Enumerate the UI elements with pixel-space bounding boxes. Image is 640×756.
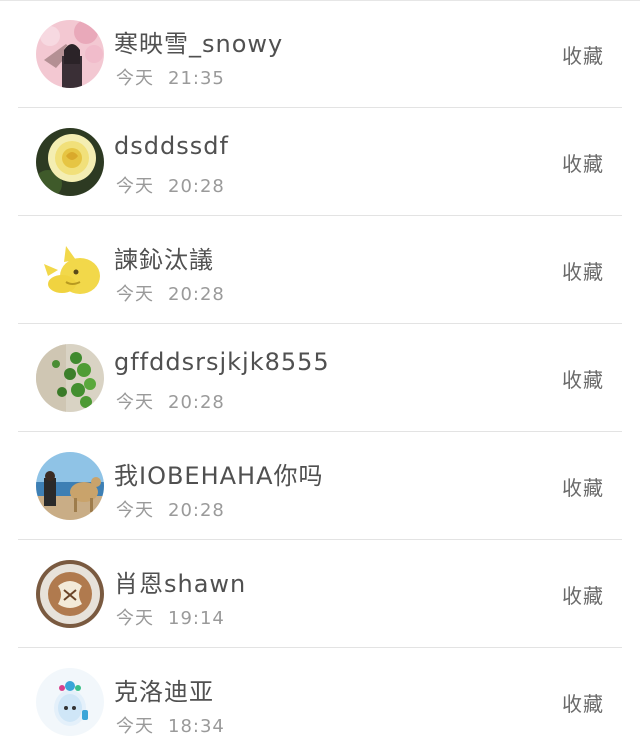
time-value: 21:35 bbox=[168, 68, 225, 89]
list-item[interactable]: 克洛迪亚 今天 18:34 收藏 bbox=[0, 648, 640, 756]
timestamp: 今天 20:28 bbox=[116, 172, 225, 198]
blue-cartoon-avatar[interactable] bbox=[36, 668, 104, 736]
collect-button[interactable]: 收藏 bbox=[562, 148, 604, 177]
collect-button[interactable]: 收藏 bbox=[562, 256, 604, 285]
collect-button[interactable]: 收藏 bbox=[562, 472, 604, 501]
time-value: 20:28 bbox=[168, 176, 225, 197]
day-label: 今天 bbox=[116, 500, 154, 521]
user-name: 我IOBEHAHA你吗 bbox=[114, 462, 324, 490]
beach-camels-avatar[interactable] bbox=[36, 452, 104, 520]
user-name: 肖恩shawn bbox=[114, 570, 247, 598]
list-item[interactable]: gffddsrsjkjk8555 今天 20:28 收藏 bbox=[0, 324, 640, 432]
time-value: 20:28 bbox=[168, 500, 225, 521]
collect-button[interactable]: 收藏 bbox=[562, 40, 604, 69]
user-name: gffddsrsjkjk8555 bbox=[114, 348, 330, 376]
day-label: 今天 bbox=[116, 176, 154, 197]
timestamp: 今天 19:14 bbox=[116, 604, 225, 630]
day-label: 今天 bbox=[116, 716, 154, 737]
timestamp: 今天 21:35 bbox=[116, 64, 225, 90]
collect-button[interactable]: 收藏 bbox=[562, 688, 604, 717]
day-label: 今天 bbox=[116, 392, 154, 413]
timestamp: 今天 20:28 bbox=[116, 280, 225, 306]
list-item[interactable]: 我IOBEHAHA你吗 今天 20:28 收藏 bbox=[0, 432, 640, 540]
latte-art-avatar[interactable] bbox=[36, 560, 104, 628]
collect-button[interactable]: 收藏 bbox=[562, 364, 604, 393]
time-value: 19:14 bbox=[168, 608, 225, 629]
user-name: 寒映雪_snowy bbox=[114, 30, 284, 58]
yellow-cartoon-avatar[interactable] bbox=[36, 236, 104, 304]
list-item[interactable]: dsddssdf 今天 20:28 收藏 bbox=[0, 108, 640, 216]
time-value: 20:28 bbox=[168, 392, 225, 413]
cherry-blossom-girl-avatar[interactable] bbox=[36, 20, 104, 88]
timestamp: 今天 18:34 bbox=[116, 712, 225, 738]
list-item[interactable]: 肖恩shawn 今天 19:14 收藏 bbox=[0, 540, 640, 648]
day-label: 今天 bbox=[116, 68, 154, 89]
list-item[interactable]: 諫鈊汰議 今天 20:28 收藏 bbox=[0, 216, 640, 324]
list-item[interactable]: 寒映雪_snowy 今天 21:35 收藏 bbox=[0, 0, 640, 108]
user-name: 諫鈊汰議 bbox=[114, 246, 214, 274]
collect-button[interactable]: 收藏 bbox=[562, 580, 604, 609]
green-leaves-avatar[interactable] bbox=[36, 344, 104, 412]
day-label: 今天 bbox=[116, 608, 154, 629]
time-value: 18:34 bbox=[168, 716, 225, 737]
yellow-rose-avatar[interactable] bbox=[36, 128, 104, 196]
timestamp: 今天 20:28 bbox=[116, 388, 225, 414]
timestamp: 今天 20:28 bbox=[116, 496, 225, 522]
user-name: 克洛迪亚 bbox=[114, 678, 214, 706]
time-value: 20:28 bbox=[168, 284, 225, 305]
user-name: dsddssdf bbox=[114, 132, 229, 160]
day-label: 今天 bbox=[116, 284, 154, 305]
